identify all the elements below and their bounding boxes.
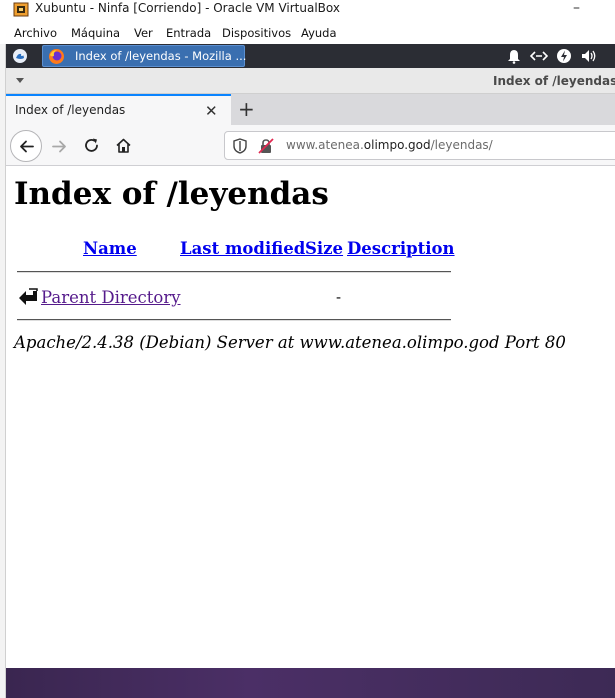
menu-entrada[interactable]: Entrada [166, 26, 211, 40]
desktop-background [6, 668, 615, 698]
new-tab-button[interactable]: + [238, 97, 255, 121]
taskbar-item-label: Index of /leyendas - Mozilla ... [75, 49, 247, 63]
menu-archivo[interactable]: Archivo [14, 26, 57, 40]
tab-index-leyendas[interactable]: Index of /leyendas ✕ [6, 94, 231, 125]
url-prefix: www.atenea. [286, 138, 364, 152]
reload-icon[interactable] [83, 137, 100, 154]
page-content: Index of /leyendas Name Last modified Si… [6, 167, 615, 668]
power-icon[interactable] [555, 48, 573, 64]
column-header-name[interactable]: Name [83, 239, 137, 258]
firefox-icon [49, 49, 64, 64]
table-divider-top [17, 271, 451, 273]
virtualbox-icon [13, 2, 29, 17]
url-text[interactable]: www.atenea.olimpo.god/leyendas/ [286, 138, 493, 152]
host-menu-bar: Archivo Máquina Ver Entrada Dispositivos… [0, 22, 615, 44]
back-arrow-folder-icon [19, 288, 38, 305]
window-menu-icon[interactable] [16, 78, 24, 83]
column-header-size[interactable]: Size [305, 239, 343, 258]
menu-dispositivos[interactable]: Dispositivos [222, 26, 291, 40]
parent-directory-link[interactable]: Parent Directory [41, 288, 181, 307]
menu-maquina[interactable]: Máquina [71, 26, 120, 40]
column-header-last-modified[interactable]: Last modified [180, 239, 305, 258]
parent-directory-size: - [336, 288, 342, 306]
close-tab-icon[interactable]: ✕ [205, 102, 218, 120]
url-path: /leyendas/ [430, 138, 493, 152]
taskbar-item-firefox[interactable]: Index of /leyendas - Mozilla ... [42, 45, 247, 67]
server-signature: Apache/2.4.38 (Debian) Server at www.ate… [14, 333, 566, 352]
menu-ver[interactable]: Ver [134, 26, 153, 40]
table-divider-bottom [17, 319, 451, 321]
volume-icon[interactable] [580, 48, 598, 64]
page-title: Index of /leyendas [14, 176, 329, 212]
network-icon[interactable] [530, 48, 548, 64]
column-header-description[interactable]: Description [347, 239, 455, 258]
insecure-lock-icon[interactable] [258, 138, 274, 154]
tracking-protection-shield-icon[interactable] [233, 138, 247, 154]
xfce-top-panel: Index of /leyendas - Mozilla ... [6, 44, 615, 68]
notification-bell-icon[interactable] [505, 48, 523, 64]
host-window-title: Xubuntu - Ninfa [Corriendo] - Oracle VM … [35, 1, 340, 15]
home-icon[interactable] [115, 137, 132, 154]
browser-title-bar: Index of /leyendas - [6, 68, 615, 94]
tab-strip: Index of /leyendas ✕ + [6, 94, 615, 125]
minimize-button[interactable]: – [573, 0, 580, 16]
forward-icon[interactable] [51, 138, 68, 155]
navigation-toolbar: www.atenea.olimpo.god/leyendas/ [6, 125, 615, 166]
url-bar[interactable]: www.atenea.olimpo.god/leyendas/ [224, 131, 615, 160]
tab-label: Index of /leyendas [15, 103, 126, 117]
whisker-menu-icon[interactable] [12, 48, 28, 64]
browser-window-title: Index of /leyendas - [493, 74, 615, 88]
menu-ayuda[interactable]: Ayuda [301, 26, 337, 40]
host-title-bar: Xubuntu - Ninfa [Corriendo] - Oracle VM … [0, 0, 615, 20]
arrow-left-icon [20, 140, 34, 153]
url-domain: olimpo.god [363, 138, 431, 152]
back-button[interactable] [10, 130, 42, 162]
